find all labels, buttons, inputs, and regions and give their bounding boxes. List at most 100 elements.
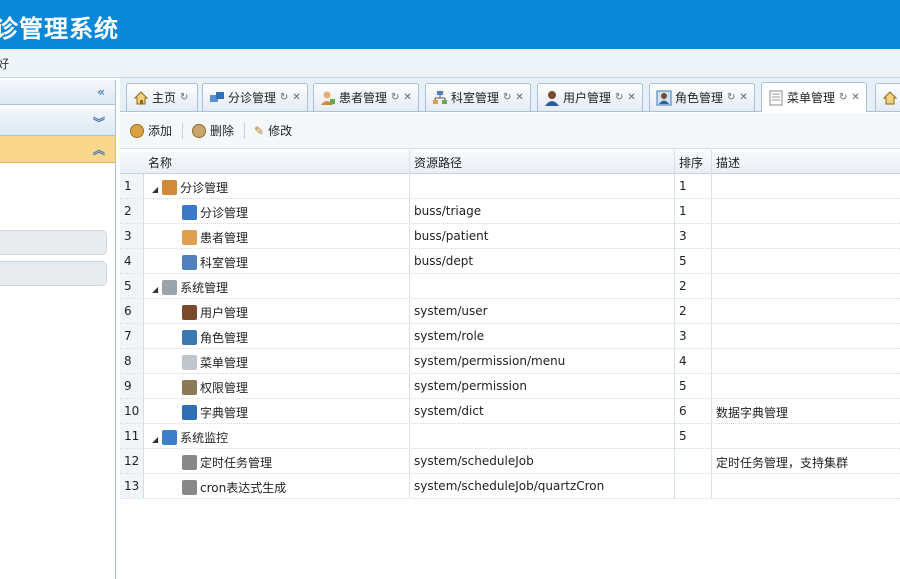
tab-label: 用户管理: [563, 91, 612, 105]
nav-item[interactable]: [0, 230, 107, 255]
row-number: 2: [120, 199, 144, 223]
dict-icon: [182, 405, 197, 420]
close-icon[interactable]: ✕: [515, 92, 523, 103]
user-icon: [544, 90, 560, 106]
tab-overflow[interactable]: [875, 83, 900, 111]
nav-item[interactable]: [0, 261, 107, 286]
column-header-desc[interactable]: 描述: [716, 154, 740, 171]
tree-expand-icon[interactable]: ◢: [152, 185, 158, 194]
cell-name: 定时任务管理: [182, 454, 272, 471]
delete-button-label: 删除: [210, 124, 235, 138]
refresh-icon[interactable]: ↻: [180, 92, 188, 103]
tab-menu[interactable]: 菜单管理 ↻ ✕: [761, 82, 867, 112]
edit-button[interactable]: ✎ 修改: [254, 122, 292, 139]
cell-path: system/permission/menu: [414, 354, 566, 368]
refresh-icon[interactable]: ↻: [391, 92, 399, 103]
table-row[interactable]: 7 角色管理 system/role 3: [120, 324, 900, 349]
app-header: 诊管理系统: [0, 0, 900, 49]
nav-group-active[interactable]: ︽: [0, 136, 115, 163]
refresh-icon[interactable]: ↻: [839, 92, 847, 103]
cell-order: 2: [679, 279, 687, 293]
cell-order: 2: [679, 304, 687, 318]
tab-dept[interactable]: 科室管理 ↻ ✕: [425, 83, 531, 111]
user-icon: [182, 305, 197, 320]
home-icon: [133, 90, 149, 106]
cell-desc: 数据字典管理: [716, 406, 789, 420]
table-row[interactable]: 3 患者管理 buss/patient 3: [120, 224, 900, 249]
table-row[interactable]: 13 cron表达式生成 system/scheduleJob/quartzCron: [120, 474, 900, 499]
dept-icon: [182, 255, 197, 270]
tree-expand-icon[interactable]: ◢: [152, 435, 158, 444]
close-icon[interactable]: ✕: [403, 92, 411, 103]
chevron-up-icon[interactable]: ︽: [93, 141, 105, 158]
tab-triage[interactable]: 分诊管理 ↻ ✕: [202, 83, 308, 111]
menu-tree-grid: 名称 资源路径 排序 描述 1 ◢ 分诊管理 1 2 分诊管理 buss/triage 1 3 患…: [120, 150, 900, 499]
cell-path: system/user: [414, 304, 488, 318]
table-row[interactable]: 5 ◢ 系统管理 2: [120, 274, 900, 299]
grid-toolbar: 添加 删除 ✎ 修改: [120, 113, 900, 149]
close-icon[interactable]: ✕: [627, 92, 635, 103]
patient-icon: [320, 90, 336, 106]
table-row[interactable]: 10 字典管理 system/dict 6 数据字典管理: [120, 399, 900, 424]
column-header-path[interactable]: 资源路径: [414, 154, 462, 171]
row-name-text: 系统管理: [180, 281, 229, 295]
welcome-text: 好: [0, 57, 10, 71]
table-row[interactable]: 6 用户管理 system/user 2: [120, 299, 900, 324]
row-number: 6: [120, 299, 144, 323]
cell-path: buss/dept: [414, 254, 474, 268]
close-icon[interactable]: ✕: [292, 92, 300, 103]
cell-name: 权限管理: [182, 379, 248, 396]
delete-button[interactable]: 删除: [192, 122, 234, 139]
refresh-icon[interactable]: ↻: [615, 92, 623, 103]
add-button[interactable]: 添加: [130, 122, 172, 139]
menu-icon: [768, 90, 784, 106]
refresh-icon[interactable]: ↻: [727, 92, 735, 103]
toolbar-divider: [182, 123, 183, 139]
close-icon[interactable]: ✕: [739, 92, 747, 103]
tab-label: 分诊管理: [228, 91, 277, 105]
tab-user[interactable]: 用户管理 ↻ ✕: [537, 83, 643, 111]
column-divider: [711, 150, 712, 499]
cell-path: buss/triage: [414, 204, 482, 218]
tab-label: 菜单管理: [787, 91, 836, 105]
column-header-order[interactable]: 排序: [679, 154, 703, 171]
cell-order: 6: [679, 404, 687, 418]
row-name-text: 分诊管理: [200, 206, 249, 220]
cell-path: system/scheduleJob/quartzCron: [414, 479, 605, 493]
nav-group-header[interactable]: ︾: [0, 108, 115, 136]
cell-order: 5: [679, 379, 687, 393]
cell-name: ◢ 分诊管理: [152, 179, 228, 196]
row-number: 9: [120, 374, 144, 398]
refresh-icon[interactable]: ↻: [280, 92, 288, 103]
tab-home[interactable]: 主页 ↻: [126, 83, 198, 111]
row-number: 7: [120, 324, 144, 348]
column-header-name[interactable]: 名称: [148, 154, 172, 171]
cell-name: 科室管理: [182, 254, 248, 271]
triage-icon: [182, 205, 197, 220]
collapse-left-icon[interactable]: «: [97, 85, 105, 99]
table-row[interactable]: 9 权限管理 system/permission 5: [120, 374, 900, 399]
close-icon[interactable]: ✕: [851, 92, 859, 103]
table-row[interactable]: 11 ◢ 系统监控 5: [120, 424, 900, 449]
row-name-text: 患者管理: [200, 231, 249, 245]
cell-order: 1: [679, 204, 687, 218]
cell-name: 菜单管理: [182, 354, 248, 371]
tab-patient[interactable]: 患者管理 ↻ ✕: [313, 83, 419, 111]
role-icon: [182, 330, 197, 345]
table-row[interactable]: 4 科室管理 buss/dept 5: [120, 249, 900, 274]
tab-role[interactable]: 角色管理 ↻ ✕: [649, 83, 755, 111]
table-row[interactable]: 1 ◢ 分诊管理 1: [120, 174, 900, 199]
tree-expand-icon[interactable]: ◢: [152, 285, 158, 294]
patient-icon: [182, 230, 197, 245]
cell-name: ◢ 系统管理: [152, 279, 228, 296]
row-number: 4: [120, 249, 144, 273]
chevron-down-icon[interactable]: ︾: [93, 114, 105, 131]
table-row[interactable]: 8 菜单管理 system/permission/menu 4: [120, 349, 900, 374]
tab-strip: 主页 ↻ 分诊管理 ↻ ✕ 患者管理 ↻ ✕ 科室管理 ↻ ✕ 用户管理 ↻ ✕ 角色管…: [120, 78, 900, 112]
refresh-icon[interactable]: ↻: [503, 92, 511, 103]
cell-order: 5: [679, 429, 687, 443]
table-row[interactable]: 12 定时任务管理 system/scheduleJob 定时任务管理，支持集群: [120, 449, 900, 474]
clock-icon: [182, 455, 197, 470]
table-row[interactable]: 2 分诊管理 buss/triage 1: [120, 199, 900, 224]
cron-icon: [182, 480, 197, 495]
